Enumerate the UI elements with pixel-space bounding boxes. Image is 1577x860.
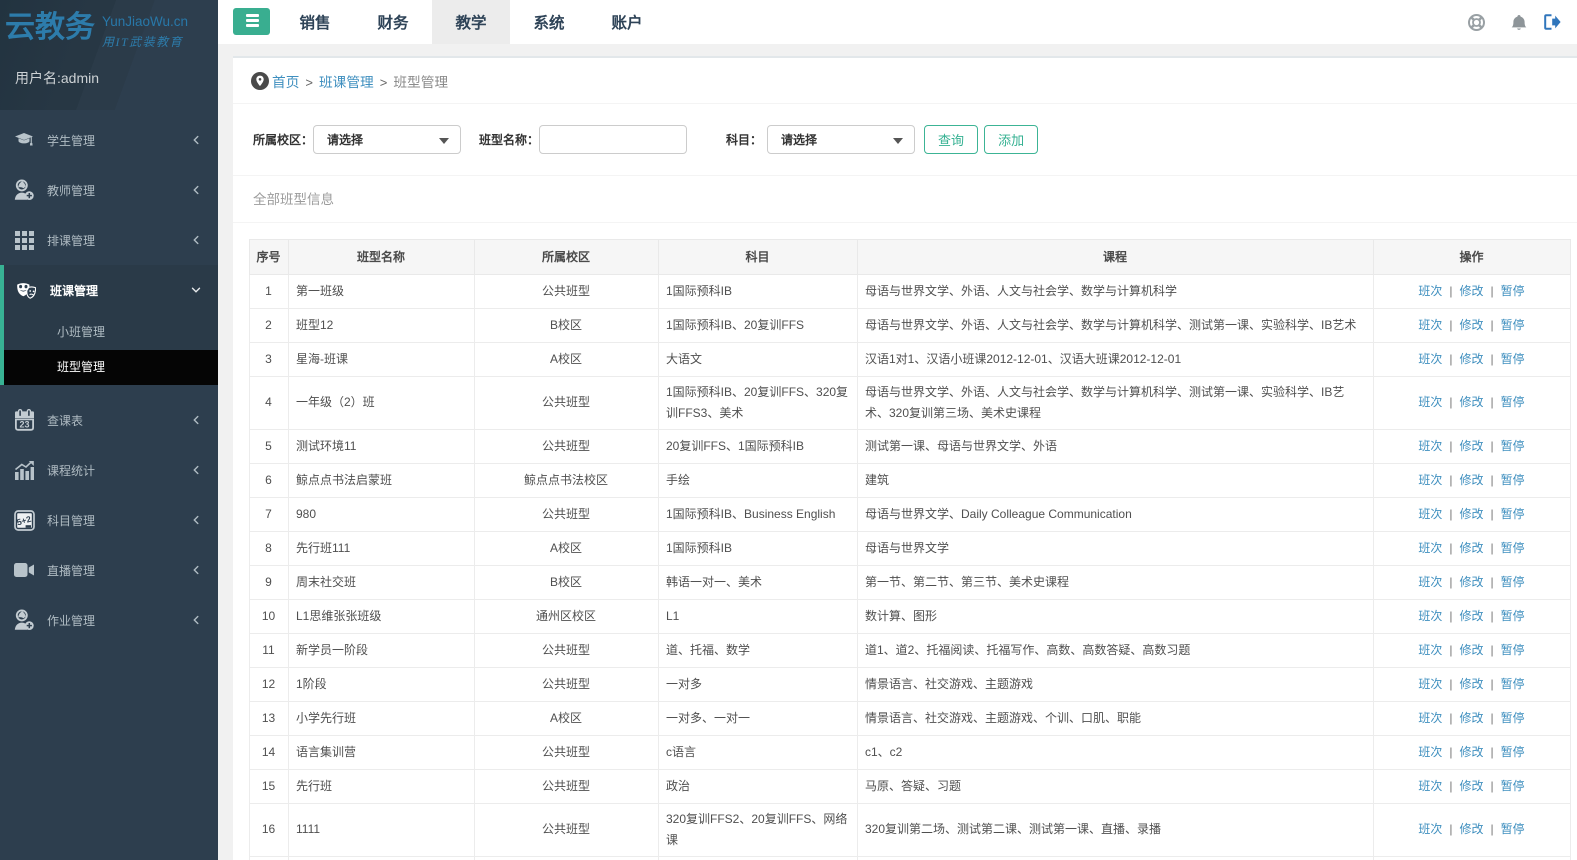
svg-text:23: 23 [19,419,29,429]
